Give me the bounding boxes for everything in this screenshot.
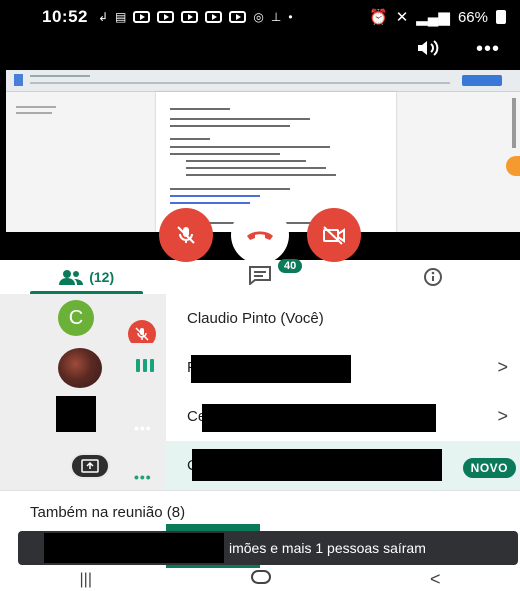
mic-toggle-button[interactable] (159, 208, 213, 262)
mute-icon: ✕ (395, 9, 409, 26)
snackbar: imões e mais 1 pessoas saíram (18, 531, 518, 565)
call-controls (0, 206, 520, 264)
section-heading: Também na reunião (8) (30, 504, 186, 521)
participant-thumbnail (0, 343, 166, 392)
participant-count: (12) (89, 269, 115, 285)
youtube-icon (133, 11, 151, 23)
redaction (56, 396, 96, 432)
tab-info[interactable] (347, 260, 520, 294)
signal-icon: ▂▄▆ (416, 9, 450, 26)
participant-video-thumbnail: ••• (0, 392, 166, 441)
back-button[interactable]: < (430, 569, 441, 590)
divider (0, 490, 520, 491)
notification-icons: ↲ ▤ ◎ ⊥ • (98, 10, 293, 24)
participant-row[interactable]: F > (0, 343, 520, 392)
redaction (44, 533, 224, 563)
tab-chat[interactable]: 40 (173, 258, 346, 294)
camera-toggle-button[interactable] (307, 208, 361, 262)
tab-participants[interactable]: (12) (0, 260, 173, 294)
chevron-right-icon[interactable]: > (497, 406, 508, 427)
recent-apps-button[interactable]: ||| (80, 571, 92, 589)
docs-logo-icon (14, 74, 23, 86)
more-dots-icon: ••• (134, 469, 152, 485)
chat-unread-badge: 40 (277, 258, 303, 273)
participant-row[interactable]: ••• C NOVO (0, 441, 520, 490)
doc-toolbar (6, 70, 520, 92)
snackbar-text: imões e mais 1 pessoas saíram (229, 540, 426, 556)
youtube-icon (229, 11, 247, 23)
instagram-icon: ◎ (253, 10, 264, 24)
share-button (462, 75, 502, 86)
more-options-icon[interactable]: ••• (476, 38, 500, 64)
chevron-right-icon[interactable]: > (497, 357, 508, 378)
system-icons: ⏰ ✕ ▂▄▆ 66% (369, 8, 506, 26)
speaker-icon[interactable] (416, 38, 440, 64)
redaction (192, 449, 442, 481)
youtube-icon (205, 11, 223, 23)
people-icon (59, 270, 84, 285)
status-time: 10:52 (42, 7, 88, 26)
camera-off-icon (323, 226, 345, 245)
battery-percent: 66% (457, 8, 488, 26)
battery-icon (496, 10, 506, 24)
floating-tab (506, 156, 520, 176)
missed-call-icon: ↲ (97, 10, 109, 24)
chat-icon (248, 265, 271, 286)
participant-name: Claudio Pinto (Você) (187, 310, 324, 327)
alarm-icon: ⏰ (369, 9, 388, 26)
muted-badge (128, 320, 156, 343)
participant-row[interactable]: C Claudio Pinto (Você) (0, 294, 520, 343)
mic-off-icon (135, 327, 149, 341)
info-icon (424, 268, 443, 286)
redaction (191, 355, 351, 383)
youtube-icon (181, 11, 199, 23)
participant-thumbnail: C (0, 294, 166, 343)
home-icon (250, 570, 271, 584)
youtube-icon (157, 11, 175, 23)
system-navigation-bar: ||| < (0, 568, 520, 591)
doc-scrollbar (512, 98, 516, 148)
video-area: ••• (0, 34, 520, 264)
new-badge: NOVO (462, 458, 516, 478)
mic-off-icon (177, 226, 195, 244)
home-button[interactable] (250, 570, 271, 589)
speaking-indicator-icon (136, 359, 154, 372)
present-screen-icon (70, 453, 110, 479)
video-top-controls: ••• (416, 38, 500, 64)
status-bar: 10:52 ↲ ▤ ◎ ⊥ • ⏰ ✕ ▂▄▆ 66% (0, 0, 520, 34)
avatar: C (58, 300, 94, 336)
dot-icon: • (288, 10, 293, 24)
participant-list: C Claudio Pinto (Você) F > ••• Ce > (0, 294, 520, 490)
message-icon: ▤ (115, 10, 127, 24)
more-dots-icon: ••• (134, 420, 152, 436)
end-call-button[interactable] (231, 206, 289, 264)
redaction (202, 404, 436, 432)
avatar (58, 348, 102, 388)
presentation-thumbnail: ••• (0, 441, 166, 490)
participant-row[interactable]: ••• Ce > (0, 392, 520, 441)
panel-tabs: (12) 40 (0, 258, 520, 294)
download-icon: ⊥ (270, 10, 282, 24)
hang-up-icon (247, 231, 273, 240)
